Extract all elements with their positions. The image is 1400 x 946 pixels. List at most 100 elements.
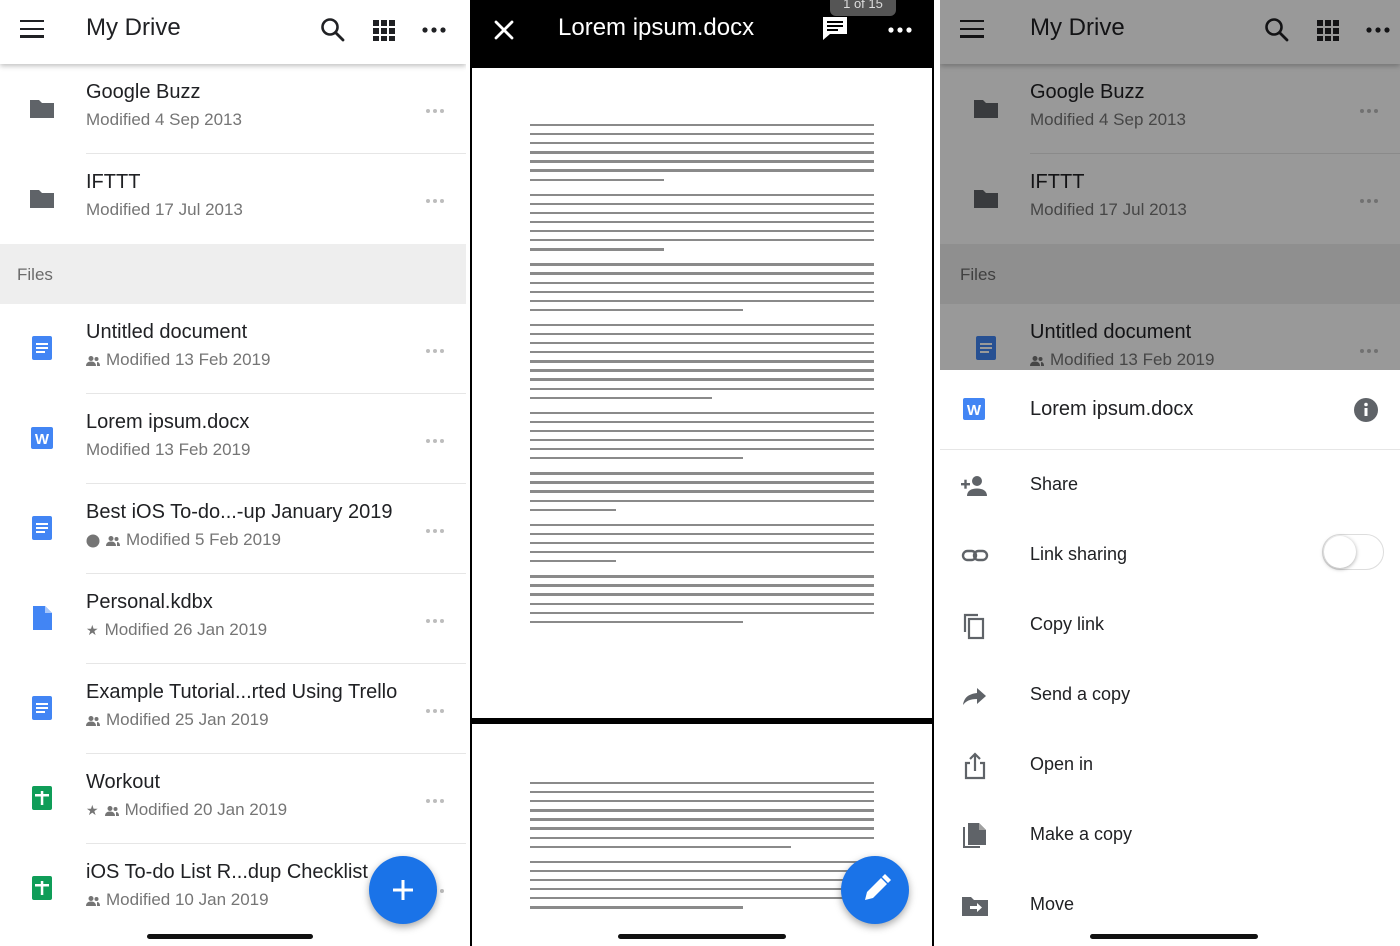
move-folder-icon xyxy=(962,897,988,916)
text-line xyxy=(530,782,874,785)
item-title: Example Tutorial...rted Using Trello xyxy=(86,681,398,703)
text-line xyxy=(530,888,874,891)
list-item[interactable]: Personal.kdbx ★ Modified 26 Jan 2019 xyxy=(0,574,466,664)
share-out-icon xyxy=(964,752,986,780)
item-modified: Modified 10 Jan 2019 xyxy=(86,890,269,910)
text-line xyxy=(530,248,665,251)
item-modified: Modified 4 Sep 2013 xyxy=(86,110,242,129)
list-item[interactable]: W Lorem ipsum.docx Modified 13 Feb 2019 xyxy=(0,394,466,484)
more-icon[interactable] xyxy=(426,790,448,803)
item-title: IFTTT xyxy=(86,171,141,193)
close-icon[interactable] xyxy=(490,16,518,44)
add-person-icon xyxy=(961,476,987,496)
drive-list-screen: My Drive Google Buzz Modified 4 Sep 2013… xyxy=(0,0,466,946)
link-sharing-action[interactable]: Link sharing xyxy=(940,520,1400,590)
text-line xyxy=(530,160,874,163)
svg-text:W: W xyxy=(967,402,982,419)
docs-icon xyxy=(32,516,52,540)
send-copy-action[interactable]: Send a copy xyxy=(940,660,1400,730)
more-icon[interactable] xyxy=(426,610,448,623)
more-icon[interactable] xyxy=(426,190,448,203)
search-icon[interactable] xyxy=(319,16,347,44)
open-in-action[interactable]: Open in xyxy=(940,730,1400,800)
text-line xyxy=(530,860,874,864)
item-modified: Modified 25 Jan 2019 xyxy=(86,710,269,730)
share-action[interactable]: Share xyxy=(940,450,1400,520)
docs-icon xyxy=(32,336,52,360)
more-icon[interactable] xyxy=(886,16,914,44)
text-line xyxy=(530,193,874,196)
list-item[interactable]: Untitled document Modified 13 Feb 2019 xyxy=(0,304,466,394)
shared-icon xyxy=(86,715,100,726)
item-title: Workout xyxy=(86,771,161,793)
edit-button[interactable] xyxy=(841,856,909,924)
sheet-header: W Lorem ipsum.docx xyxy=(940,370,1400,450)
menu-icon[interactable] xyxy=(20,20,44,38)
link-sharing-toggle[interactable] xyxy=(1322,534,1384,570)
text-line xyxy=(530,620,744,623)
item-title: Personal.kdbx xyxy=(86,591,213,613)
file-icon xyxy=(33,606,52,630)
text-line xyxy=(530,387,874,390)
file-copy-icon xyxy=(963,823,986,848)
sheet-title: Lorem ipsum.docx xyxy=(1030,398,1194,420)
text-line xyxy=(530,178,665,181)
more-icon[interactable] xyxy=(426,520,448,533)
section-header: Files xyxy=(0,244,466,304)
info-icon[interactable] xyxy=(1353,397,1379,423)
item-modified: ★ Modified 20 Jan 2019 xyxy=(86,800,288,819)
text-line xyxy=(530,481,874,484)
text-line xyxy=(530,448,874,451)
list-item[interactable]: IFTTT Modified 17 Jul 2013 xyxy=(0,154,466,244)
text-line xyxy=(530,263,874,266)
list-item[interactable]: Workout ★ Modified 20 Jan 2019 xyxy=(0,754,466,844)
docs-icon xyxy=(32,696,52,720)
list-item[interactable]: Example Tutorial...rted Using Trello Mod… xyxy=(0,664,466,754)
word-icon: W xyxy=(963,398,985,420)
move-action[interactable]: Move xyxy=(940,870,1400,940)
more-icon[interactable] xyxy=(426,430,448,443)
add-button[interactable] xyxy=(369,856,437,924)
list-item[interactable]: Google Buzz Modified 4 Sep 2013 xyxy=(0,64,466,154)
text-line xyxy=(530,541,874,545)
text-line xyxy=(530,575,874,578)
document-title: Lorem ipsum.docx xyxy=(558,14,755,41)
list-item[interactable]: Best iOS To-do...-up January 2019 Modifi… xyxy=(0,484,466,574)
item-modified: Modified 13 Feb 2019 xyxy=(86,440,251,459)
grid-view-icon[interactable] xyxy=(370,16,398,44)
more-icon[interactable] xyxy=(426,340,448,353)
more-icon[interactable] xyxy=(420,16,448,44)
action-sheet: W Lorem ipsum.docx Share Link sharing Co… xyxy=(940,370,1400,946)
item-title: iOS To-do List R...dup Checklist xyxy=(86,861,368,883)
text-line xyxy=(530,560,616,563)
svg-text:W: W xyxy=(35,431,50,448)
text-line xyxy=(530,332,874,336)
comment-icon[interactable] xyxy=(820,15,850,43)
document-page xyxy=(472,68,932,718)
text-line xyxy=(530,532,874,536)
scrim-overlay[interactable] xyxy=(940,0,1400,370)
item-modified: Modified 13 Feb 2019 xyxy=(86,350,270,370)
text-line xyxy=(530,472,874,475)
more-icon[interactable] xyxy=(426,700,448,713)
item-modified: ★ Modified 26 Jan 2019 xyxy=(86,620,268,639)
more-icon[interactable] xyxy=(426,100,448,113)
item-title: Lorem ipsum.docx xyxy=(86,411,250,433)
shared-icon xyxy=(86,895,100,906)
text-line xyxy=(530,142,874,145)
text-line xyxy=(530,411,874,415)
make-copy-action[interactable]: Make a copy xyxy=(940,800,1400,870)
text-line xyxy=(530,439,874,442)
text-line xyxy=(530,490,874,493)
text-line xyxy=(530,230,874,233)
text-line xyxy=(530,584,874,587)
text-line xyxy=(530,791,874,794)
copy-link-action[interactable]: Copy link xyxy=(940,590,1400,660)
text-line xyxy=(530,323,874,327)
text-line xyxy=(530,827,874,830)
star-icon: ★ xyxy=(86,802,99,819)
text-line xyxy=(530,420,874,424)
shared-icon xyxy=(104,805,119,816)
text-line xyxy=(530,220,874,224)
text-line xyxy=(530,593,874,596)
